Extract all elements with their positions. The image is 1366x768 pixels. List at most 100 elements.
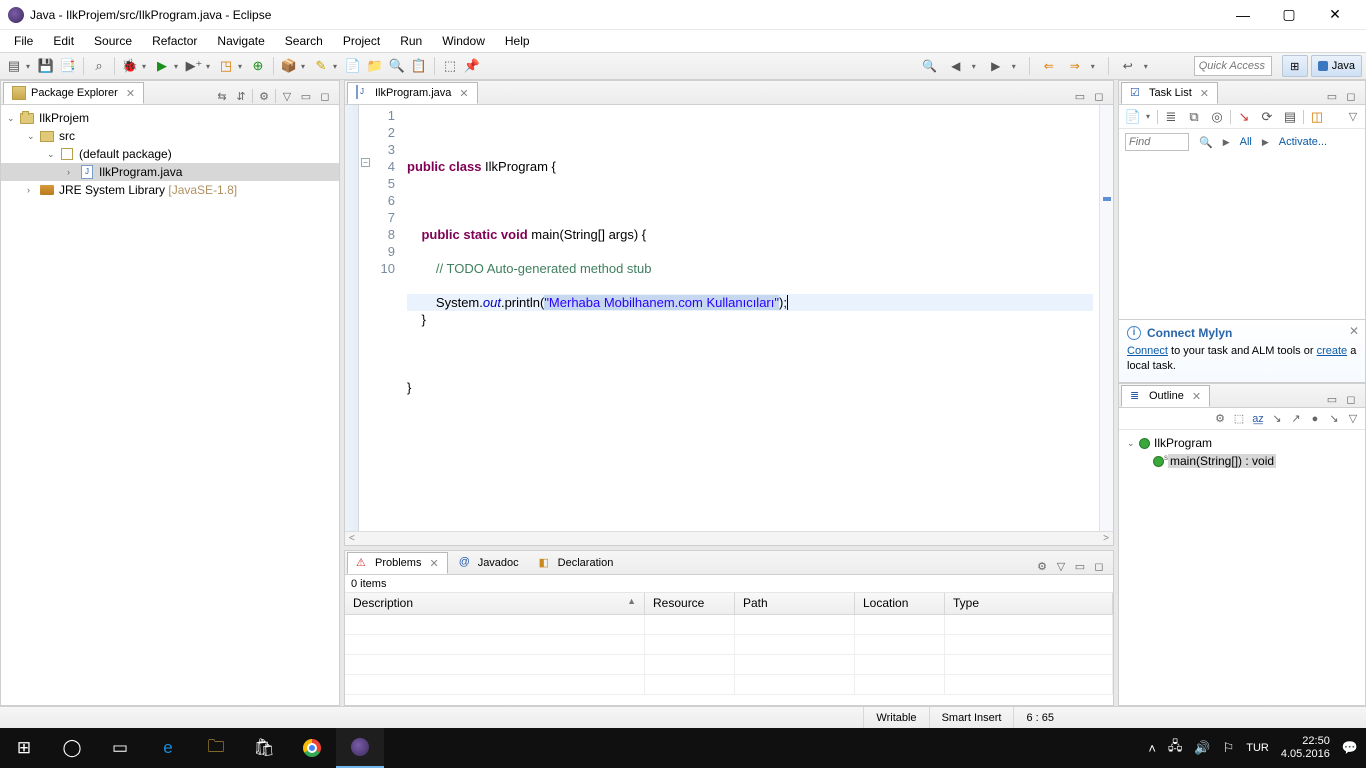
close-icon[interactable]: ✕ [429,557,438,570]
tree-src[interactable]: ⌄ src [1,127,339,145]
menu-run[interactable]: Run [390,32,432,50]
maximize-view-icon[interactable]: ◻ [317,88,333,104]
close-button[interactable]: ✕ [1312,0,1358,30]
tray-flag-icon[interactable]: ⚐ [1223,740,1235,756]
chrome-icon[interactable] [288,728,336,768]
pin-editor-button[interactable]: 📌 [462,56,482,76]
source-text[interactable]: public class IlkProgram { public static … [401,105,1099,531]
save-all-button[interactable]: 📑 [58,56,78,76]
annotation-button[interactable]: 📋 [409,56,429,76]
outline-method[interactable]: s main(String[]) : void [1121,452,1363,470]
task-list-tab[interactable]: ☑ Task List ✕ [1121,82,1218,104]
next-ann-dropdown[interactable]: ▾ [1012,62,1020,71]
col-description[interactable]: Description▲ [345,593,645,614]
coverage-dropdown[interactable]: ▾ [238,62,246,71]
editor-tab[interactable]: IlkProgram.java ✕ [347,82,478,104]
open-task-button[interactable]: 📄 [343,56,363,76]
sort-icon[interactable]: ⬚ [1231,411,1247,427]
synchronize-icon[interactable]: ⟳ [1257,107,1277,127]
collapse-all-icon[interactable]: ⇆ [214,88,230,104]
nav-prev-annotation[interactable]: ◀ [946,56,966,76]
maximize-editor-icon[interactable]: ◻ [1091,88,1107,104]
tray-language[interactable]: TUR [1246,742,1269,754]
minimize-view-icon[interactable]: ▭ [1324,88,1340,104]
new-package-dropdown[interactable]: ▾ [301,62,309,71]
new-folder-button[interactable]: 📁 [365,56,385,76]
chevron-right-icon[interactable]: › [27,185,39,195]
menu-help[interactable]: Help [495,32,540,50]
edge-icon[interactable]: e [144,728,192,768]
menu-project[interactable]: Project [333,32,390,50]
save-button[interactable]: 💾 [36,56,56,76]
fwd-dropdown[interactable]: ▾ [1091,62,1099,71]
show-ui-icon[interactable]: ◫ [1307,107,1327,127]
chevron-down-icon[interactable]: ⌄ [7,113,19,124]
mylyn-connect-link[interactable]: Connect [1127,345,1168,357]
tray-notifications-icon[interactable]: 💬 [1342,740,1358,756]
focus-icon[interactable]: ⚙ [1212,411,1228,427]
menu-source[interactable]: Source [84,32,142,50]
hide-local-icon[interactable]: ↘ [1326,411,1342,427]
search-icon[interactable]: 🔍 [1199,136,1213,149]
menu-navigate[interactable]: Navigate [207,32,274,50]
focus-icon[interactable]: ◎ [1207,107,1227,127]
fold-toggle-icon[interactable]: − [361,158,370,167]
maximize-view-icon[interactable]: ◻ [1343,391,1359,407]
all-link[interactable]: All [1240,136,1252,148]
search-button[interactable]: 🔍 [387,56,407,76]
run-last-button[interactable]: ▶⁺ [184,56,204,76]
start-button[interactable]: ⊞ [0,728,48,768]
menu-search[interactable]: Search [275,32,333,50]
tray-network-icon[interactable]: 🖧 [1168,737,1183,759]
task-find-input[interactable] [1125,133,1189,151]
open-perspective-button[interactable]: ⊞ [1282,55,1308,77]
prev-ann-dropdown[interactable]: ▾ [972,62,980,71]
link-editor-icon[interactable]: ⇵ [233,88,249,104]
schedule-icon[interactable]: ⧉ [1184,107,1204,127]
close-icon[interactable]: ✕ [1349,324,1359,338]
new-button[interactable]: ▤ [4,56,24,76]
nav-next-annotation[interactable]: ▶ [986,56,1006,76]
new-package-button[interactable]: 📦 [279,56,299,76]
tray-clock[interactable]: 22:50 4.05.2016 [1281,735,1330,761]
sort-az-icon[interactable]: a͟z [1250,411,1266,427]
chevron-down-icon[interactable]: ⌄ [47,149,59,160]
tree-project[interactable]: ⌄ IlkProjem [1,109,339,127]
tree-java-file[interactable]: › IlkProgram.java [1,163,339,181]
coverage-button[interactable]: ◳ [216,56,236,76]
task-view-icon[interactable]: ▭ [96,728,144,768]
quick-access-input[interactable]: Quick Access [1194,56,1272,76]
hide-nonpublic-icon[interactable]: ● [1307,411,1323,427]
view-menu-icon[interactable]: ▽ [1345,411,1361,427]
minimize-view-icon[interactable]: ▭ [298,88,314,104]
view-menu-icon[interactable]: ▽ [1053,558,1069,574]
view-menu-icon[interactable]: ▽ [1345,109,1361,125]
nav-last-edit-button[interactable]: ↩ [1118,56,1138,76]
view-menu-icon[interactable]: ▽ [279,88,295,104]
focus-task-icon[interactable]: ⚙ [256,88,272,104]
new-class-button[interactable]: ✎ [311,56,331,76]
focus-task-icon[interactable]: ⚙ [1034,558,1050,574]
run-last-dropdown[interactable]: ▾ [206,62,214,71]
package-explorer-tab[interactable]: Package Explorer ✕ [3,82,144,104]
tray-chevron-icon[interactable]: ˄ [1148,741,1156,756]
tree-jre[interactable]: › JRE System Library [JavaSE-1.8] [1,181,339,199]
minimize-button[interactable]: — [1220,0,1266,30]
collapse-icon[interactable]: ↘ [1234,107,1254,127]
minimize-view-icon[interactable]: ▭ [1072,558,1088,574]
open-type-button[interactable]: ⌕ [89,56,109,76]
debug-button[interactable]: 🐞 [120,56,140,76]
nav-back-button[interactable]: ⇐ [1039,56,1059,76]
minimize-view-icon[interactable]: ▭ [1324,391,1340,407]
javadoc-tab[interactable]: @ Javadoc [450,552,528,574]
nav-search-icon[interactable]: 🔍 [920,56,940,76]
debug-dropdown[interactable]: ▾ [142,62,150,71]
java-perspective-button[interactable]: Java [1311,55,1362,77]
menu-window[interactable]: Window [432,32,495,50]
new-task-dropdown[interactable]: ▾ [1146,112,1154,121]
col-location[interactable]: Location [855,593,945,614]
declaration-tab[interactable]: ◧ Declaration [530,552,623,574]
menu-refactor[interactable]: Refactor [142,32,207,50]
hide-static-icon[interactable]: ↗ [1288,411,1304,427]
nav-forward-button[interactable]: ⇒ [1065,56,1085,76]
